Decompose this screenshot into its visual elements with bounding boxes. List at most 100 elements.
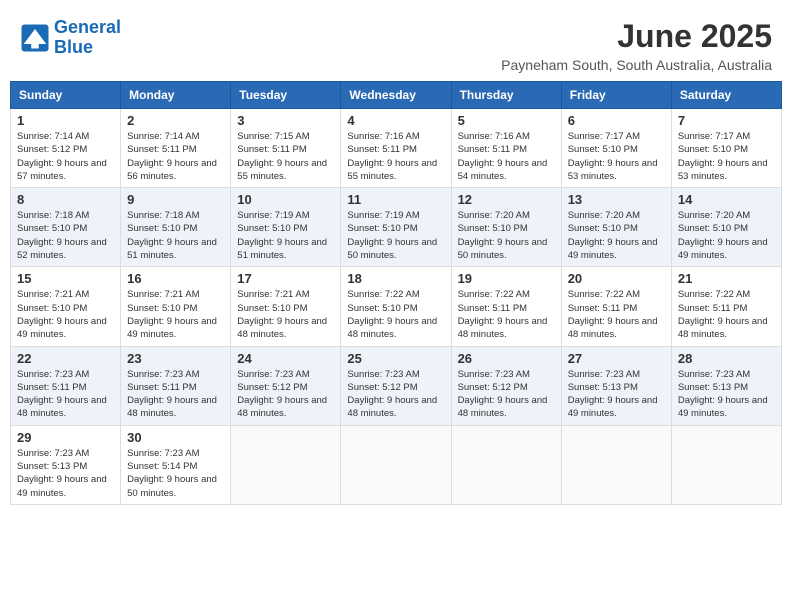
- logo-blue: Blue: [54, 37, 93, 57]
- day-cell-28: 28 Sunrise: 7:23 AM Sunset: 5:13 PM Dayl…: [671, 346, 781, 425]
- week-row-5: 29 Sunrise: 7:23 AM Sunset: 5:13 PM Dayl…: [11, 425, 782, 504]
- day-number: 28: [678, 351, 775, 366]
- day-info: Sunrise: 7:14 AM Sunset: 5:11 PM Dayligh…: [127, 130, 224, 183]
- day-cell-26: 26 Sunrise: 7:23 AM Sunset: 5:12 PM Dayl…: [451, 346, 561, 425]
- empty-cell: [231, 425, 341, 504]
- header-monday: Monday: [121, 82, 231, 109]
- day-info: Sunrise: 7:23 AM Sunset: 5:12 PM Dayligh…: [347, 368, 444, 421]
- day-info: Sunrise: 7:23 AM Sunset: 5:12 PM Dayligh…: [458, 368, 555, 421]
- calendar: Sunday Monday Tuesday Wednesday Thursday…: [10, 81, 782, 505]
- empty-cell: [451, 425, 561, 504]
- day-info: Sunrise: 7:16 AM Sunset: 5:11 PM Dayligh…: [347, 130, 444, 183]
- day-info: Sunrise: 7:21 AM Sunset: 5:10 PM Dayligh…: [237, 288, 334, 341]
- logo-general: General: [54, 17, 121, 37]
- day-number: 4: [347, 113, 444, 128]
- day-number: 15: [17, 271, 114, 286]
- week-row-4: 22 Sunrise: 7:23 AM Sunset: 5:11 PM Dayl…: [11, 346, 782, 425]
- day-number: 2: [127, 113, 224, 128]
- day-cell-2: 2 Sunrise: 7:14 AM Sunset: 5:11 PM Dayli…: [121, 109, 231, 188]
- header: General Blue June 2025 Payneham South, S…: [10, 10, 782, 73]
- header-thursday: Thursday: [451, 82, 561, 109]
- header-saturday: Saturday: [671, 82, 781, 109]
- header-wednesday: Wednesday: [341, 82, 451, 109]
- day-info: Sunrise: 7:21 AM Sunset: 5:10 PM Dayligh…: [17, 288, 114, 341]
- day-info: Sunrise: 7:23 AM Sunset: 5:11 PM Dayligh…: [127, 368, 224, 421]
- header-friday: Friday: [561, 82, 671, 109]
- day-number: 3: [237, 113, 334, 128]
- day-number: 7: [678, 113, 775, 128]
- day-number: 22: [17, 351, 114, 366]
- day-cell-20: 20 Sunrise: 7:22 AM Sunset: 5:11 PM Dayl…: [561, 267, 671, 346]
- logo-icon: [20, 23, 50, 53]
- day-cell-4: 4 Sunrise: 7:16 AM Sunset: 5:11 PM Dayli…: [341, 109, 451, 188]
- week-row-3: 15 Sunrise: 7:21 AM Sunset: 5:10 PM Dayl…: [11, 267, 782, 346]
- day-info: Sunrise: 7:20 AM Sunset: 5:10 PM Dayligh…: [568, 209, 665, 262]
- day-number: 29: [17, 430, 114, 445]
- day-number: 9: [127, 192, 224, 207]
- empty-cell: [341, 425, 451, 504]
- day-number: 24: [237, 351, 334, 366]
- header-tuesday: Tuesday: [231, 82, 341, 109]
- day-info: Sunrise: 7:22 AM Sunset: 5:11 PM Dayligh…: [678, 288, 775, 341]
- week-row-1: 1 Sunrise: 7:14 AM Sunset: 5:12 PM Dayli…: [11, 109, 782, 188]
- day-cell-22: 22 Sunrise: 7:23 AM Sunset: 5:11 PM Dayl…: [11, 346, 121, 425]
- day-number: 25: [347, 351, 444, 366]
- day-number: 5: [458, 113, 555, 128]
- day-cell-17: 17 Sunrise: 7:21 AM Sunset: 5:10 PM Dayl…: [231, 267, 341, 346]
- day-number: 20: [568, 271, 665, 286]
- day-cell-10: 10 Sunrise: 7:19 AM Sunset: 5:10 PM Dayl…: [231, 188, 341, 267]
- day-info: Sunrise: 7:16 AM Sunset: 5:11 PM Dayligh…: [458, 130, 555, 183]
- weekday-header-row: Sunday Monday Tuesday Wednesday Thursday…: [11, 82, 782, 109]
- day-info: Sunrise: 7:23 AM Sunset: 5:11 PM Dayligh…: [17, 368, 114, 421]
- day-cell-14: 14 Sunrise: 7:20 AM Sunset: 5:10 PM Dayl…: [671, 188, 781, 267]
- day-number: 14: [678, 192, 775, 207]
- day-cell-5: 5 Sunrise: 7:16 AM Sunset: 5:11 PM Dayli…: [451, 109, 561, 188]
- day-cell-27: 27 Sunrise: 7:23 AM Sunset: 5:13 PM Dayl…: [561, 346, 671, 425]
- location-title: Payneham South, South Australia, Austral…: [501, 57, 772, 73]
- day-cell-11: 11 Sunrise: 7:19 AM Sunset: 5:10 PM Dayl…: [341, 188, 451, 267]
- header-sunday: Sunday: [11, 82, 121, 109]
- day-number: 27: [568, 351, 665, 366]
- day-info: Sunrise: 7:17 AM Sunset: 5:10 PM Dayligh…: [678, 130, 775, 183]
- day-info: Sunrise: 7:23 AM Sunset: 5:13 PM Dayligh…: [568, 368, 665, 421]
- logo: General Blue: [20, 18, 121, 58]
- day-number: 18: [347, 271, 444, 286]
- day-cell-1: 1 Sunrise: 7:14 AM Sunset: 5:12 PM Dayli…: [11, 109, 121, 188]
- day-cell-29: 29 Sunrise: 7:23 AM Sunset: 5:13 PM Dayl…: [11, 425, 121, 504]
- day-number: 21: [678, 271, 775, 286]
- day-info: Sunrise: 7:23 AM Sunset: 5:14 PM Dayligh…: [127, 447, 224, 500]
- day-number: 12: [458, 192, 555, 207]
- day-number: 8: [17, 192, 114, 207]
- day-number: 16: [127, 271, 224, 286]
- week-row-2: 8 Sunrise: 7:18 AM Sunset: 5:10 PM Dayli…: [11, 188, 782, 267]
- day-info: Sunrise: 7:22 AM Sunset: 5:10 PM Dayligh…: [347, 288, 444, 341]
- day-cell-21: 21 Sunrise: 7:22 AM Sunset: 5:11 PM Dayl…: [671, 267, 781, 346]
- title-area: June 2025 Payneham South, South Australi…: [501, 18, 772, 73]
- day-info: Sunrise: 7:21 AM Sunset: 5:10 PM Dayligh…: [127, 288, 224, 341]
- day-info: Sunrise: 7:23 AM Sunset: 5:13 PM Dayligh…: [17, 447, 114, 500]
- day-info: Sunrise: 7:23 AM Sunset: 5:13 PM Dayligh…: [678, 368, 775, 421]
- day-cell-30: 30 Sunrise: 7:23 AM Sunset: 5:14 PM Dayl…: [121, 425, 231, 504]
- day-info: Sunrise: 7:22 AM Sunset: 5:11 PM Dayligh…: [568, 288, 665, 341]
- day-cell-25: 25 Sunrise: 7:23 AM Sunset: 5:12 PM Dayl…: [341, 346, 451, 425]
- day-number: 13: [568, 192, 665, 207]
- day-info: Sunrise: 7:14 AM Sunset: 5:12 PM Dayligh…: [17, 130, 114, 183]
- day-cell-15: 15 Sunrise: 7:21 AM Sunset: 5:10 PM Dayl…: [11, 267, 121, 346]
- day-number: 17: [237, 271, 334, 286]
- day-cell-13: 13 Sunrise: 7:20 AM Sunset: 5:10 PM Dayl…: [561, 188, 671, 267]
- month-title: June 2025: [501, 18, 772, 55]
- day-info: Sunrise: 7:19 AM Sunset: 5:10 PM Dayligh…: [347, 209, 444, 262]
- day-number: 1: [17, 113, 114, 128]
- day-number: 6: [568, 113, 665, 128]
- day-info: Sunrise: 7:18 AM Sunset: 5:10 PM Dayligh…: [17, 209, 114, 262]
- day-cell-18: 18 Sunrise: 7:22 AM Sunset: 5:10 PM Dayl…: [341, 267, 451, 346]
- day-cell-19: 19 Sunrise: 7:22 AM Sunset: 5:11 PM Dayl…: [451, 267, 561, 346]
- day-cell-24: 24 Sunrise: 7:23 AM Sunset: 5:12 PM Dayl…: [231, 346, 341, 425]
- day-number: 23: [127, 351, 224, 366]
- empty-cell: [671, 425, 781, 504]
- day-cell-6: 6 Sunrise: 7:17 AM Sunset: 5:10 PM Dayli…: [561, 109, 671, 188]
- day-info: Sunrise: 7:18 AM Sunset: 5:10 PM Dayligh…: [127, 209, 224, 262]
- day-cell-8: 8 Sunrise: 7:18 AM Sunset: 5:10 PM Dayli…: [11, 188, 121, 267]
- day-cell-3: 3 Sunrise: 7:15 AM Sunset: 5:11 PM Dayli…: [231, 109, 341, 188]
- day-cell-23: 23 Sunrise: 7:23 AM Sunset: 5:11 PM Dayl…: [121, 346, 231, 425]
